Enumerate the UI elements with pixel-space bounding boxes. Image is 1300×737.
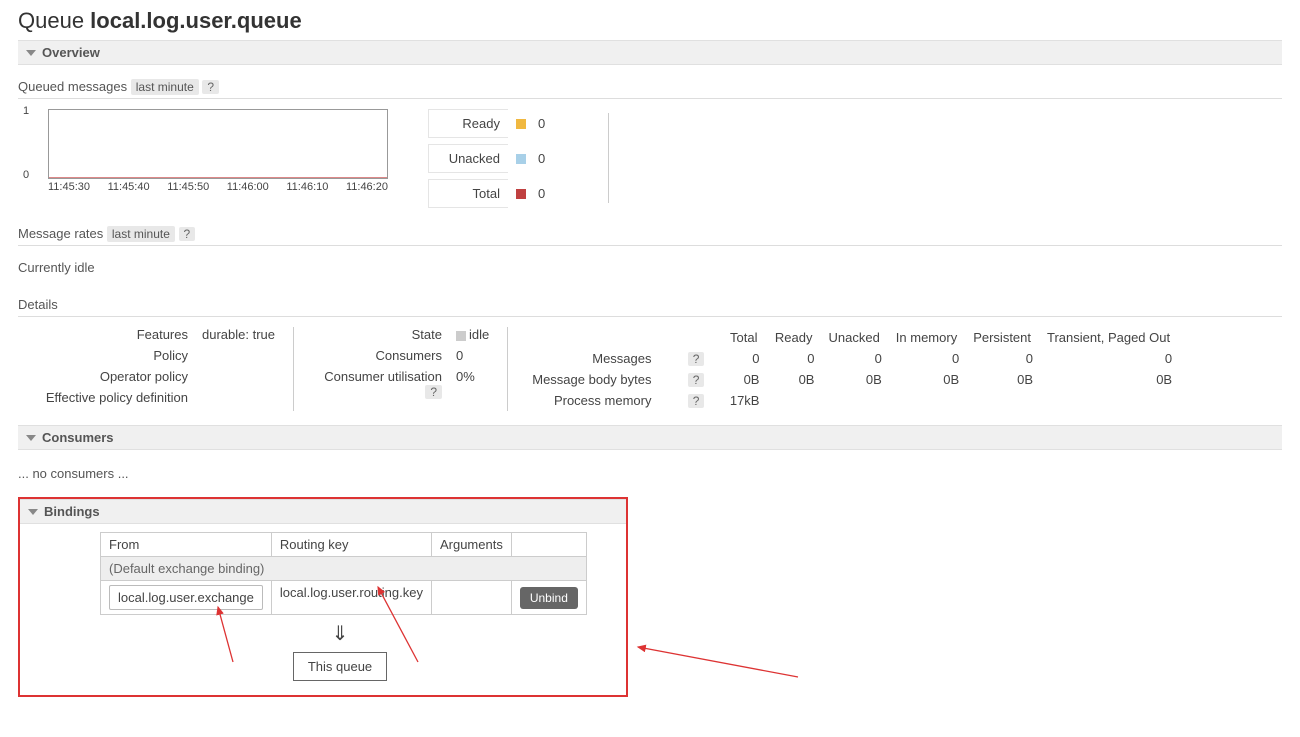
- legend-total-swatch: [516, 189, 526, 199]
- section-bindings-header[interactable]: Bindings: [20, 499, 626, 524]
- body-bytes-help[interactable]: ?: [688, 373, 705, 387]
- chart-xaxis: 11:45:30 11:45:40 11:45:50 11:46:00 11:4…: [48, 181, 388, 193]
- chevron-down-icon: [26, 435, 36, 441]
- section-overview-label: Overview: [42, 45, 100, 60]
- legend-ready-value: 0: [538, 116, 568, 131]
- queued-messages-help[interactable]: ?: [202, 80, 219, 94]
- legend-unacked-swatch: [516, 154, 526, 164]
- this-queue-box: This queue: [293, 652, 387, 681]
- chevron-down-icon: [28, 509, 38, 515]
- table-row: Messages ? 0 0 0 0 0 0: [526, 348, 1178, 369]
- section-bindings-label: Bindings: [44, 504, 100, 519]
- chart-ytick-min: 0: [23, 169, 29, 181]
- proc-mem-help[interactable]: ?: [688, 394, 705, 408]
- queue-name: local.log.user.queue: [90, 8, 302, 33]
- legend-total-label: Total: [428, 179, 508, 208]
- policy-value: [202, 348, 275, 363]
- details-label: Details: [18, 293, 1282, 317]
- message-rates-window[interactable]: last minute: [107, 226, 175, 242]
- message-rates-label: Message rates: [18, 226, 103, 241]
- binding-args: [431, 581, 511, 615]
- queued-messages-chart: 1 0 11:45:30 11:45:40 11:45:50 11:46:00 …: [18, 109, 388, 193]
- binding-row: local.log.user.exchange local.log.user.r…: [101, 581, 587, 615]
- queued-messages-legend: Ready 0 Unacked 0 Total 0: [428, 109, 568, 208]
- operator-policy-label: Operator policy: [18, 369, 188, 384]
- stats-h-unacked: Unacked: [820, 327, 887, 348]
- details-block: Features durable: true Policy Operator p…: [18, 327, 1282, 421]
- consumer-util-value: 0%: [456, 369, 489, 399]
- default-exchange-text: (Default exchange binding): [101, 557, 587, 581]
- features-label: Features: [18, 327, 188, 342]
- bindings-highlight-box: Bindings From Routing key Arguments (Def…: [18, 497, 628, 697]
- legend-total-value: 0: [538, 186, 568, 201]
- title-prefix: Queue: [18, 8, 90, 33]
- state-label: State: [312, 327, 442, 342]
- section-consumers-label: Consumers: [42, 430, 114, 445]
- consumers-value: 0: [456, 348, 489, 363]
- effective-policy-label: Effective policy definition: [18, 390, 188, 405]
- table-row: Process memory ? 17kB: [526, 390, 1178, 411]
- default-exchange-row: (Default exchange binding): [101, 557, 587, 581]
- vertical-divider: [608, 113, 609, 203]
- message-rates-help[interactable]: ?: [179, 227, 196, 241]
- bindings-table: From Routing key Arguments (Default exch…: [100, 532, 587, 615]
- idle-text: Currently idle: [18, 256, 1282, 283]
- legend-ready-label: Ready: [428, 109, 508, 138]
- flow-arrow-icon: ⇓: [100, 621, 580, 646]
- queued-messages-window[interactable]: last minute: [131, 79, 199, 95]
- consumer-util-help[interactable]: ?: [425, 385, 442, 399]
- stats-h-ready: Ready: [765, 327, 820, 348]
- section-consumers-header[interactable]: Consumers: [18, 425, 1282, 450]
- legend-ready-swatch: [516, 119, 526, 129]
- messages-help[interactable]: ?: [688, 352, 705, 366]
- chevron-down-icon: [26, 50, 36, 56]
- bindings-th-args: Arguments: [431, 533, 511, 557]
- state-dot-icon: [456, 331, 466, 341]
- queued-messages-label: Queued messages: [18, 79, 127, 94]
- consumer-util-label: Consumer utilisation ?: [312, 369, 442, 399]
- stats-h-inmem: In memory: [888, 327, 965, 348]
- effective-policy-value: [202, 390, 275, 405]
- message-rates-row: Message rates last minute ?: [18, 222, 1282, 246]
- stats-h-persist: Persistent: [965, 327, 1039, 348]
- section-overview-header[interactable]: Overview: [18, 40, 1282, 65]
- page-title: Queue local.log.user.queue: [18, 8, 1282, 34]
- no-consumers-text: ... no consumers ...: [18, 460, 1282, 497]
- features-value: durable: true: [202, 327, 275, 342]
- legend-unacked-value: 0: [538, 151, 568, 166]
- bindings-th-from: From: [101, 533, 272, 557]
- binding-from-exchange[interactable]: local.log.user.exchange: [109, 585, 263, 610]
- legend-unacked-label: Unacked: [428, 144, 508, 173]
- stats-h-transient: Transient, Paged Out: [1039, 327, 1178, 348]
- binding-routing-key: local.log.user.routing.key: [271, 581, 431, 615]
- queued-messages-row: Queued messages last minute ?: [18, 75, 1282, 99]
- state-value: idle: [456, 327, 489, 342]
- consumers-label: Consumers: [312, 348, 442, 363]
- bindings-th-routing: Routing key: [271, 533, 431, 557]
- unbind-button[interactable]: Unbind: [520, 587, 578, 609]
- policy-label: Policy: [18, 348, 188, 363]
- operator-policy-value: [202, 369, 275, 384]
- table-row: Message body bytes ? 0B 0B 0B 0B 0B 0B: [526, 369, 1178, 390]
- stats-h-total: Total: [710, 327, 765, 348]
- stats-table: Total Ready Unacked In memory Persistent…: [526, 327, 1178, 411]
- chart-ytick-max: 1: [23, 105, 29, 117]
